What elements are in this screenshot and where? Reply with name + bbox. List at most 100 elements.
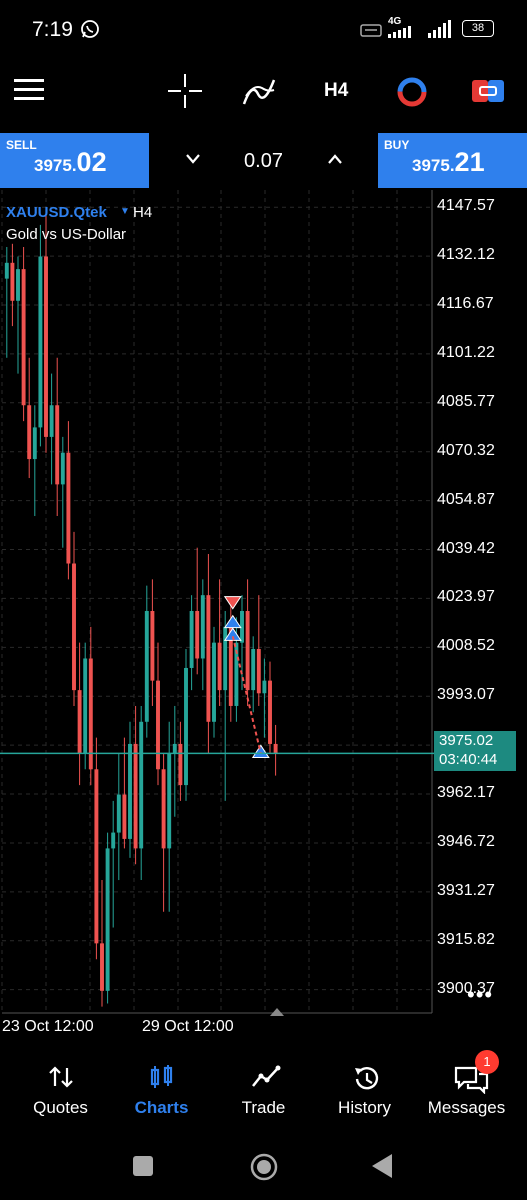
symbol-dropdown-icon[interactable]: ▼ <box>120 206 130 217</box>
y-tick-label: 4132.12 <box>437 246 495 264</box>
candle-body <box>167 753 172 849</box>
timeframe-button[interactable]: H4 <box>324 80 348 102</box>
menu-icon[interactable] <box>14 78 44 118</box>
candle-body <box>77 690 82 754</box>
lot-size-input[interactable]: 0.07 <box>149 150 378 173</box>
candle-body <box>189 610 194 668</box>
candle-body <box>111 832 116 849</box>
candle-body <box>217 642 222 691</box>
current-price-tag: 3975.02 03:40:44 <box>434 731 516 771</box>
candle-body <box>116 794 121 833</box>
candle-body <box>72 563 76 691</box>
candle-body <box>105 848 110 991</box>
crosshair-icon[interactable] <box>168 74 202 108</box>
back-icon[interactable] <box>372 1154 394 1178</box>
recents-icon[interactable] <box>133 1156 153 1176</box>
y-tick-label: 4008.52 <box>437 637 495 655</box>
sell-marker <box>223 596 242 610</box>
nav-history-label: History <box>338 1098 391 1117</box>
candle-body <box>10 262 15 301</box>
candle-body <box>223 626 228 691</box>
nav-quotes-label: Quotes <box>33 1098 88 1117</box>
candle-body <box>245 610 250 691</box>
buy-marker <box>251 744 270 758</box>
trade-icon <box>252 1065 281 1087</box>
candle-body <box>268 680 272 744</box>
indicators-icon[interactable] <box>242 74 278 108</box>
history-icon <box>355 1066 379 1090</box>
y-tick-label: 3946.72 <box>437 832 495 850</box>
candle-body <box>256 648 261 694</box>
candle-body <box>212 642 216 722</box>
candle-body <box>32 427 37 460</box>
chart-description: Gold vs US-Dollar <box>6 226 127 243</box>
candle-body <box>44 256 48 437</box>
candle-body <box>172 743 177 754</box>
nav-charts[interactable]: Charts <box>109 1060 214 1120</box>
sell-price: 3975.02 <box>34 147 107 177</box>
y-tick-label: 4023.97 <box>437 588 495 606</box>
nav-charts-label: Charts <box>134 1098 189 1117</box>
one-click-trading-icon[interactable] <box>396 76 428 108</box>
signal-2-icon <box>428 20 451 38</box>
candle-body <box>273 743 278 754</box>
candle-body <box>161 769 166 849</box>
buy-price: 3975.21 <box>412 147 485 177</box>
candle-body <box>200 595 205 659</box>
chart-symbol[interactable]: XAUUSD.Qtek <box>6 204 107 221</box>
buy-marker <box>223 614 242 629</box>
y-tick-label: 4085.77 <box>437 392 495 410</box>
candle-body <box>16 269 20 301</box>
y-tick-label: 4147.57 <box>437 197 495 215</box>
candle-body <box>150 610 155 681</box>
quotes-icon <box>49 1066 73 1088</box>
y-tick-label: 3915.82 <box>437 930 495 948</box>
nav-trade[interactable]: Trade <box>211 1060 316 1120</box>
system-nav-bar <box>0 1140 527 1200</box>
nav-quotes[interactable]: Quotes <box>8 1060 113 1120</box>
y-tick-label: 3962.17 <box>437 784 495 802</box>
candle-body <box>144 610 149 722</box>
lot-increase-icon[interactable] <box>327 153 343 165</box>
candle-body <box>66 452 71 564</box>
candle-body <box>38 256 43 428</box>
candle-body <box>27 405 32 460</box>
nav-messages[interactable]: Messages <box>414 1060 519 1120</box>
lot-selector: 0.07 <box>149 133 378 188</box>
charts-icon <box>150 1065 173 1088</box>
candle-body <box>55 405 60 485</box>
status-bar: 7:19 4G 38 <box>0 0 527 60</box>
candle-body <box>195 610 200 659</box>
candle-body <box>94 769 99 944</box>
buy-label: BUY <box>384 138 410 152</box>
signal-icon <box>388 26 411 38</box>
candle-body <box>122 794 127 839</box>
candle-body <box>21 269 26 406</box>
x-tick-label: 29 Oct 12:00 <box>142 1018 234 1035</box>
scroll-handle-icon[interactable] <box>270 1008 284 1016</box>
chart-timeframe: H4 <box>133 204 153 221</box>
sell-label: SELL <box>6 138 37 152</box>
y-tick-label: 4101.22 <box>437 343 495 361</box>
candle-body <box>262 680 267 694</box>
nav-history[interactable]: History <box>312 1060 417 1120</box>
y-tick-label: 4039.42 <box>437 539 495 557</box>
trade-panel-icon[interactable] <box>472 78 504 106</box>
y-tick-label: 4054.87 <box>437 490 495 508</box>
buy-button[interactable]: BUY 3975.21 <box>378 133 527 188</box>
candle-body <box>83 658 88 754</box>
status-time: 7:19 <box>32 18 73 41</box>
y-tick-label: 4116.67 <box>437 294 494 312</box>
candle-body <box>49 405 54 437</box>
candle-body <box>206 595 211 722</box>
candle-body <box>156 680 160 770</box>
candle-body <box>128 743 132 839</box>
candle-body <box>60 452 65 485</box>
price-chart[interactable] <box>0 190 527 1045</box>
y-tick-label: 4070.32 <box>437 441 495 459</box>
home-icon[interactable] <box>249 1152 279 1182</box>
x-tick-label: 23 Oct 12:00 <box>2 1018 94 1035</box>
more-options-icon[interactable]: ••• <box>467 982 493 1008</box>
sell-button[interactable]: SELL 3975.02 <box>0 133 149 188</box>
candle-body <box>178 743 183 786</box>
